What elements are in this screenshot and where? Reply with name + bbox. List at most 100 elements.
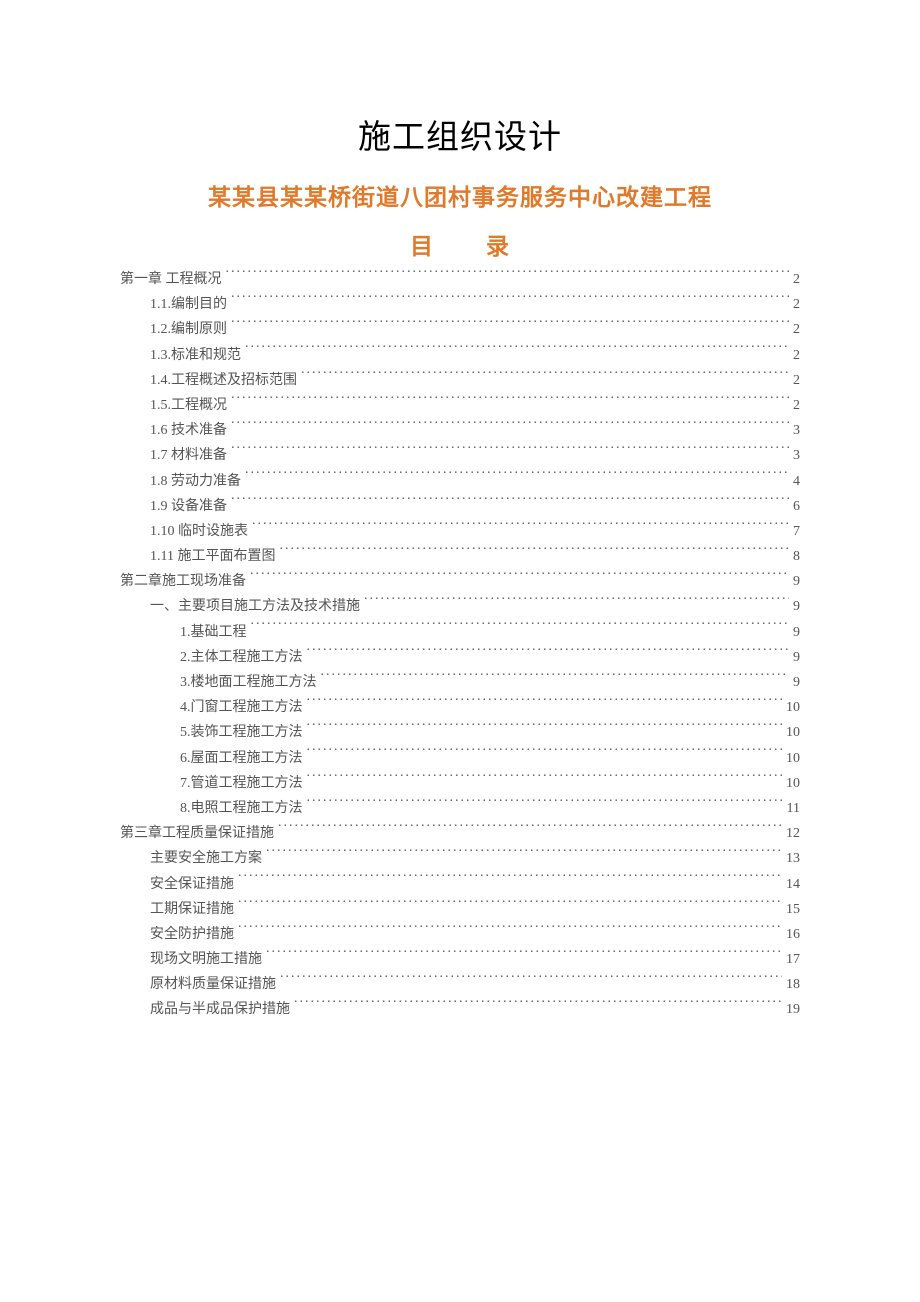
toc-entry-label: 安全防护措施 — [150, 922, 234, 947]
toc-entry[interactable]: 安全保证措施14 — [120, 872, 800, 897]
toc-entry-page: 2 — [793, 343, 800, 368]
toc-entry-page: 17 — [786, 947, 800, 972]
toc-entry[interactable]: 1.10 临时设施表7 — [120, 519, 800, 544]
toc-leader-dots — [231, 420, 789, 434]
toc-entry-page: 7 — [793, 519, 800, 544]
toc-leader-dots — [321, 672, 790, 686]
toc-leader-dots — [294, 999, 782, 1013]
toc-entry-page: 12 — [786, 821, 800, 846]
toc-entry[interactable]: 1.3.标准和规范 2 — [120, 343, 800, 368]
toc-entry-page: 16 — [786, 922, 800, 947]
toc-entry[interactable]: 第一章 工程概况 2 — [120, 267, 800, 292]
toc-entry[interactable]: 成品与半成品保护措施19 — [120, 997, 800, 1022]
toc-entry[interactable]: 1.8 劳动力准备 4 — [120, 469, 800, 494]
toc-entry-page: 18 — [786, 972, 800, 997]
toc-entry-label: 成品与半成品保护措施 — [150, 997, 290, 1022]
toc-entry-label: 1.3.标准和规范 — [150, 343, 241, 368]
toc-entry[interactable]: 2.主体工程施工方法9 — [120, 645, 800, 670]
toc-entry-page: 10 — [786, 695, 800, 720]
toc-entry-page: 2 — [793, 393, 800, 418]
sub-title: 某某县某某桥街道八团村事务服务中心改建工程 — [120, 178, 800, 212]
toc-entry-page: 2 — [793, 292, 800, 317]
toc-entry[interactable]: 6.屋面工程施工方法 10 — [120, 746, 800, 771]
toc-entry-label: 1.11 施工平面布置图 — [150, 544, 275, 569]
toc-leader-dots — [231, 319, 789, 333]
toc-entry-page: 10 — [786, 746, 800, 771]
toc-heading-right: 录 — [486, 233, 510, 259]
toc-entry[interactable]: 原材料质量保证措施18 — [120, 972, 800, 997]
toc-entry[interactable]: 4.门窗工程施工方法10 — [120, 695, 800, 720]
toc-leader-dots — [279, 546, 789, 560]
toc-leader-dots — [251, 622, 790, 636]
toc-entry-label: 1.2.编制原则 — [150, 317, 227, 342]
toc-heading-left: 目 — [410, 233, 434, 259]
toc-leader-dots — [301, 370, 789, 384]
toc-entry-page: 6 — [793, 494, 800, 519]
toc-entry-label: 1.1.编制目的 — [150, 292, 227, 317]
toc-entry-label: 6.屋面工程施工方法 — [180, 746, 303, 771]
toc-entry-page: 9 — [793, 620, 800, 645]
toc-entry-page: 3 — [793, 443, 800, 468]
toc-leader-dots — [238, 924, 782, 938]
toc-leader-dots — [307, 748, 783, 762]
toc-leader-dots — [364, 596, 789, 610]
toc-entry-label: 3.楼地面工程施工方法 — [180, 670, 317, 695]
toc-entry[interactable]: 安全防护措施 16 — [120, 922, 800, 947]
toc-leader-dots — [252, 521, 789, 535]
toc-leader-dots — [231, 395, 789, 409]
toc-entry-page: 11 — [787, 796, 800, 821]
toc-leader-dots — [307, 798, 783, 812]
toc-entry-page: 9 — [793, 594, 800, 619]
toc-entry[interactable]: 一、主要项目施工方法及技术措施 9 — [120, 594, 800, 619]
toc-entry[interactable]: 主要安全施工方案 13 — [120, 846, 800, 871]
toc-entry[interactable]: 1.9 设备准备 6 — [120, 494, 800, 519]
toc-leader-dots — [280, 974, 782, 988]
toc-leader-dots — [307, 647, 790, 661]
toc-entry-page: 10 — [786, 720, 800, 745]
toc-entry-label: 5.装饰工程施工方法 — [180, 720, 303, 745]
toc-leader-dots — [245, 471, 789, 485]
table-of-contents: 第一章 工程概况21.1.编制目的21.2.编制原则21.3.标准和规范21.4… — [120, 267, 800, 1023]
toc-entry[interactable]: 1.1.编制目的 2 — [120, 292, 800, 317]
toc-entry[interactable]: 7.管道工程施工方法10 — [120, 771, 800, 796]
toc-entry-label: 1.7 材料准备 — [150, 443, 227, 468]
toc-entry-page: 9 — [793, 645, 800, 670]
toc-entry-label: 第一章 工程概况 — [120, 267, 222, 292]
toc-leader-dots — [238, 874, 782, 888]
toc-entry-page: 9 — [793, 569, 800, 594]
toc-entry[interactable]: 1.2.编制原则 2 — [120, 317, 800, 342]
toc-entry-page: 15 — [786, 897, 800, 922]
toc-entry[interactable]: 8.电照工程施工方法11 — [120, 796, 800, 821]
toc-entry[interactable]: 现场文明施工措施17 — [120, 947, 800, 972]
toc-leader-dots — [226, 269, 790, 283]
toc-entry-page: 2 — [793, 267, 800, 292]
toc-entry-label: 1.8 劳动力准备 — [150, 469, 241, 494]
toc-entry[interactable]: 1.5.工程概况2 — [120, 393, 800, 418]
toc-entry-label: 1.4.工程概述及招标范围 — [150, 368, 297, 393]
main-title: 施工组织设计 — [120, 110, 800, 158]
toc-entry-label: 主要安全施工方案 — [150, 846, 262, 871]
toc-entry[interactable]: 1.6 技术准备3 — [120, 418, 800, 443]
toc-entry-page: 4 — [793, 469, 800, 494]
toc-leader-dots — [250, 571, 789, 585]
toc-entry[interactable]: 第三章工程质量保证措施 12 — [120, 821, 800, 846]
toc-entry-label: 一、主要项目施工方法及技术措施 — [150, 594, 360, 619]
toc-entry-page: 13 — [786, 846, 800, 871]
toc-entry-page: 8 — [793, 544, 800, 569]
toc-entry[interactable]: 5.装饰工程施工方法 10 — [120, 720, 800, 745]
toc-entry[interactable]: 工期保证措施15 — [120, 897, 800, 922]
toc-leader-dots — [307, 722, 783, 736]
toc-entry[interactable]: 3.楼地面工程施工方法9 — [120, 670, 800, 695]
toc-entry[interactable]: 第二章施工现场准备9 — [120, 569, 800, 594]
toc-entry[interactable]: 1.4.工程概述及招标范围 2 — [120, 368, 800, 393]
toc-entry[interactable]: 1.11 施工平面布置图 8 — [120, 544, 800, 569]
toc-entry-page: 2 — [793, 368, 800, 393]
toc-entry-label: 第三章工程质量保证措施 — [120, 821, 274, 846]
toc-entry-page: 2 — [793, 317, 800, 342]
toc-leader-dots — [266, 848, 782, 862]
toc-entry[interactable]: 1.7 材料准备 3 — [120, 443, 800, 468]
toc-leader-dots — [266, 949, 782, 963]
toc-entry[interactable]: 1.基础工程9 — [120, 620, 800, 645]
toc-entry-page: 10 — [786, 771, 800, 796]
toc-entry-label: 1.9 设备准备 — [150, 494, 227, 519]
